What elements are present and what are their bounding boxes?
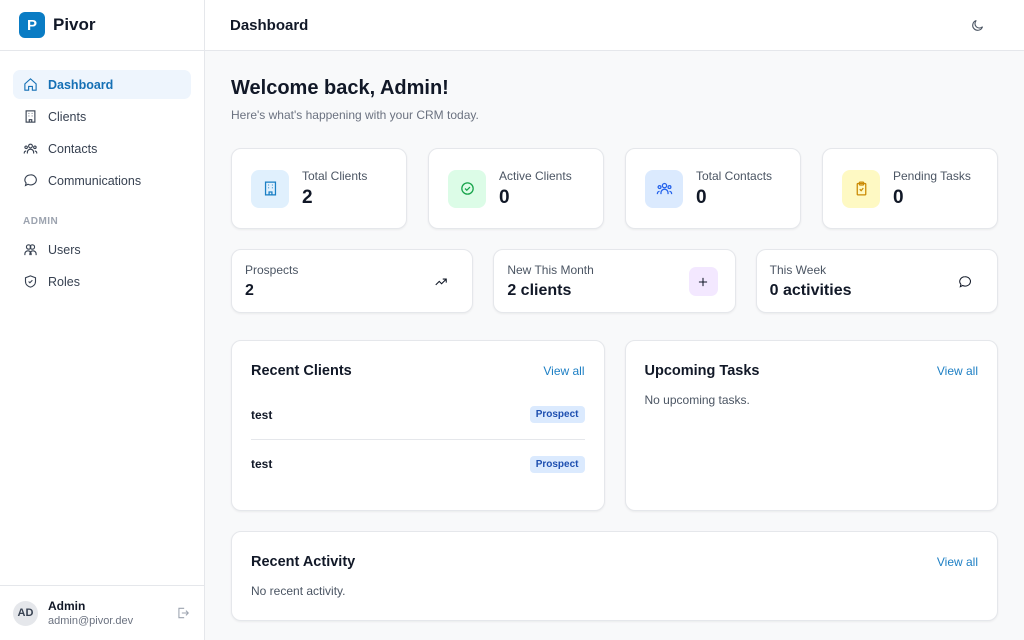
mini-this-week: This Week0 activities (756, 249, 998, 313)
stat-total-clients: Total Clients 2 (231, 148, 407, 229)
logo: P (19, 12, 45, 38)
sidebar-item-label: Roles (48, 275, 80, 289)
sidebar-item-label: Contacts (48, 142, 97, 156)
trending-up-icon (426, 267, 455, 296)
moon-icon[interactable] (970, 18, 985, 33)
panel-title: Recent Clients (251, 363, 352, 379)
chat-bubble-icon (23, 173, 38, 188)
stat-value: 0 (696, 187, 772, 209)
empty-message: No upcoming tasks. (645, 393, 979, 407)
stat-label: Active Clients (499, 169, 572, 183)
chat-bubble-icon (951, 267, 980, 296)
sidebar-item-contacts[interactable]: Contacts (13, 134, 191, 163)
stat-total-contacts: Total Contacts 0 (625, 148, 801, 229)
users-group-icon (23, 141, 38, 156)
stat-value: 0 (499, 187, 572, 209)
sidebar: P Pivor Dashboard Clients Contacts Commu… (0, 0, 205, 640)
stat-pending-tasks: Pending Tasks 0 (822, 148, 998, 229)
top-header: Dashboard (205, 0, 1024, 51)
panel-title: Recent Activity (251, 554, 355, 570)
logout-icon[interactable] (176, 606, 190, 620)
stat-label: Pending Tasks (893, 169, 971, 183)
panel-title: Upcoming Tasks (645, 363, 760, 379)
app-name: Pivor (53, 15, 96, 35)
recent-activity-panel: Recent Activity View all No recent activi… (231, 531, 998, 621)
stat-label: Total Clients (302, 169, 367, 183)
sidebar-item-label: Clients (48, 110, 86, 124)
check-circle-icon (448, 170, 486, 208)
mini-new-this-month: New This Month2 clients (493, 249, 735, 313)
sidebar-item-label: Users (48, 243, 81, 257)
brand[interactable]: P Pivor (0, 0, 204, 51)
stat-value: 2 (302, 187, 367, 209)
sidebar-item-users[interactable]: Users (13, 235, 191, 264)
stat-active-clients: Active Clients 0 (428, 148, 604, 229)
view-all-clients-link[interactable]: View all (543, 364, 584, 378)
view-all-activity-link[interactable]: View all (937, 555, 978, 569)
shield-check-icon (23, 274, 38, 289)
plus-icon (689, 267, 718, 296)
client-name: test (251, 408, 272, 422)
user-profile: AD Admin admin@pivor.dev (0, 585, 204, 640)
empty-message: No recent activity. (251, 584, 978, 598)
sidebar-item-dashboard[interactable]: Dashboard (13, 70, 191, 99)
upcoming-tasks-panel: Upcoming Tasks View all No upcoming tasks… (625, 340, 999, 511)
user-name: Admin (48, 599, 133, 613)
sidebar-item-label: Communications (48, 174, 141, 188)
recent-clients-panel: Recent Clients View all test Prospect test… (231, 340, 605, 511)
stat-label: Total Contacts (696, 169, 772, 183)
welcome-subtitle: Here's what's happening with your CRM to… (231, 108, 998, 122)
view-all-tasks-link[interactable]: View all (937, 364, 978, 378)
main-nav: Dashboard Clients Contacts Communication… (0, 51, 204, 296)
client-row[interactable]: test Prospect (251, 439, 585, 488)
clipboard-check-icon (842, 170, 880, 208)
user-email: admin@pivor.dev (48, 615, 133, 627)
sidebar-item-clients[interactable]: Clients (13, 102, 191, 131)
home-icon (23, 77, 38, 92)
building-icon (23, 109, 38, 124)
mini-prospects: Prospects2 (231, 249, 473, 313)
sidebar-item-roles[interactable]: Roles (13, 267, 191, 296)
status-badge: Prospect (530, 456, 585, 473)
status-badge: Prospect (530, 406, 585, 423)
main-content: Welcome back, Admin! Here's what's happe… (231, 77, 998, 621)
page-title: Dashboard (230, 17, 308, 34)
avatar: AD (13, 601, 38, 626)
client-row[interactable]: test Prospect (251, 390, 585, 439)
welcome-title: Welcome back, Admin! (231, 77, 998, 100)
section-admin: ADMIN (13, 198, 191, 235)
users-group-icon (645, 170, 683, 208)
building-icon (251, 170, 289, 208)
client-name: test (251, 457, 272, 471)
sidebar-item-communications[interactable]: Communications (13, 166, 191, 195)
sidebar-item-label: Dashboard (48, 78, 113, 92)
users-icon (23, 242, 38, 257)
stat-value: 0 (893, 187, 971, 209)
